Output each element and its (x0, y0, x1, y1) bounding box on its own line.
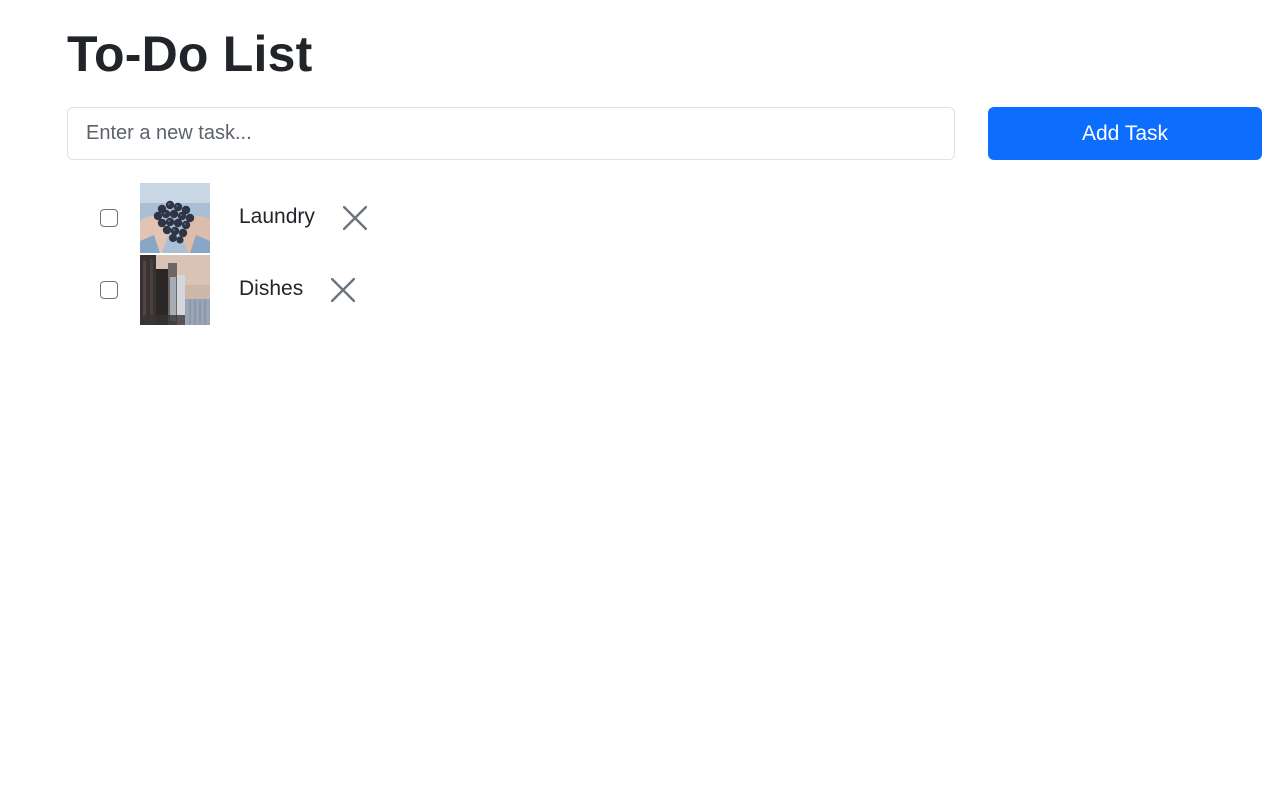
page-title: To-Do List (67, 26, 313, 82)
task-label: Laundry (239, 204, 315, 228)
close-icon (342, 206, 367, 230)
task-checkbox[interactable] (100, 209, 118, 227)
delete-task-button[interactable] (341, 204, 369, 232)
new-task-input[interactable] (67, 107, 955, 160)
list-item: Laundry (100, 182, 369, 254)
task-list: Laundry Dishes (100, 182, 369, 326)
task-thumbnail (140, 183, 210, 253)
add-task-button[interactable]: Add Task (988, 107, 1262, 160)
delete-task-button[interactable] (329, 276, 357, 304)
task-label: Dishes (239, 276, 304, 300)
task-thumbnail (140, 255, 210, 325)
list-item: Dishes (100, 254, 369, 326)
task-checkbox[interactable] (100, 281, 118, 299)
close-icon (331, 278, 356, 302)
todo-page: To-Do List Add Task (0, 0, 1280, 800)
